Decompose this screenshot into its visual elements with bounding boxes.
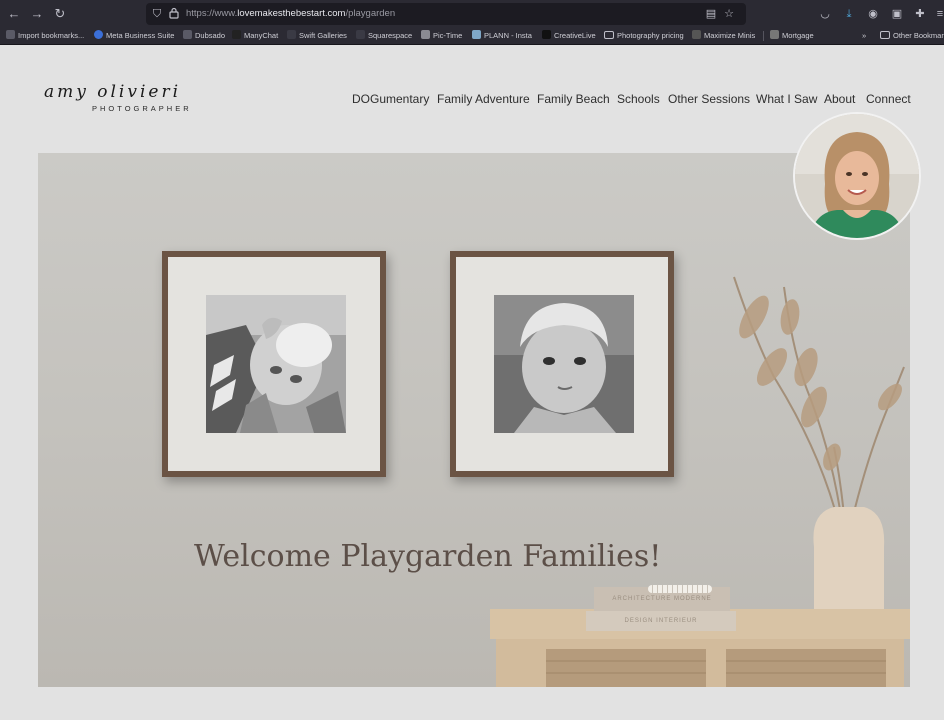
- webcam-overlay: [793, 112, 921, 240]
- nav-other-sessions[interactable]: Other Sessions: [668, 91, 750, 107]
- url-text: https://www.lovemakesthebestart.com/play…: [186, 7, 395, 21]
- logo-script: amy olivieri: [44, 82, 182, 102]
- import-icon: [6, 30, 15, 39]
- bookmark-label: Pic-Time: [433, 31, 463, 40]
- bookmark-label: Maximize Minis: [704, 31, 756, 40]
- download-icon[interactable]: ⤓: [842, 7, 856, 21]
- hero-banner: ARCHITECTURE MODERNE DESIGN INTERIEUR We…: [38, 153, 910, 687]
- browser-toolbar: ← → ↻ ⛉ https://www.lovemakesthebestart.…: [0, 0, 944, 28]
- bookmark-separator: [763, 31, 764, 41]
- bookmark-star-icon[interactable]: ☆: [722, 7, 736, 21]
- meta-icon: [94, 30, 103, 39]
- address-bar[interactable]: ⛉ https://www.lovemakesthebestart.com/pl…: [146, 3, 746, 25]
- hero-title: Welcome Playgarden Families!: [194, 539, 662, 574]
- nav-about[interactable]: About: [824, 91, 855, 107]
- nav-schools[interactable]: Schools: [617, 91, 660, 107]
- back-arrow-icon[interactable]: ←: [6, 6, 22, 22]
- bookmark-label: Dubsado: [195, 31, 226, 40]
- bookmark-item[interactable]: CreativeLive: [542, 30, 596, 42]
- bookmark-item[interactable]: ManyChat: [232, 30, 278, 42]
- bookmarks-bar: Import bookmarks... Meta Business Suite …: [0, 28, 944, 45]
- squarespace-icon: [356, 30, 365, 39]
- bookmark-label: PLANN - Insta: [484, 31, 532, 40]
- forward-arrow-icon[interactable]: →: [29, 6, 45, 22]
- mortgage-icon: [770, 30, 779, 39]
- bookmark-item[interactable]: Squarespace: [356, 30, 412, 42]
- frame-mat: [456, 257, 668, 471]
- bookmark-label: ManyChat: [244, 31, 279, 40]
- creativelive-icon: [542, 30, 551, 39]
- bookmark-item[interactable]: Photography pricing: [604, 30, 684, 42]
- plann-icon: [472, 30, 481, 39]
- bookmark-item[interactable]: Swift Galleries: [287, 30, 347, 42]
- book-bottom: DESIGN INTERIEUR: [586, 611, 736, 631]
- url-host: lovemakesthebestart.com: [237, 8, 346, 19]
- bookmark-label: Mortgage: [782, 31, 814, 40]
- reload-icon[interactable]: ↻: [52, 6, 68, 22]
- nav-connect[interactable]: Connect: [866, 91, 911, 107]
- nav-what-i-saw[interactable]: What I Saw: [756, 91, 817, 107]
- menu-icon[interactable]: ≡: [933, 7, 944, 21]
- bookmark-label: CreativeLive: [554, 31, 596, 40]
- folder-icon: [880, 31, 890, 39]
- dubsado-icon: [183, 30, 192, 39]
- child-photo-right: [494, 295, 634, 433]
- pocket-icon[interactable]: ◡: [818, 7, 832, 21]
- bookmark-label: Meta Business Suite: [106, 31, 175, 40]
- books-stack: ARCHITECTURE MODERNE DESIGN INTERIEUR: [586, 587, 736, 633]
- other-bookmarks[interactable]: Other Bookmarks: [880, 30, 944, 42]
- bookmark-label: Squarespace: [368, 31, 413, 40]
- frame-mat: [168, 257, 380, 471]
- lock-icon[interactable]: [167, 7, 181, 21]
- maximize-icon: [692, 30, 701, 39]
- nav-dogumentary[interactable]: DOGumentary: [352, 91, 429, 107]
- bookmark-item[interactable]: Pic-Time: [421, 30, 462, 42]
- manychat-icon: [232, 30, 241, 39]
- photo-frame-right: [450, 251, 674, 477]
- nav-family-beach[interactable]: Family Beach: [537, 91, 610, 107]
- url-path: /playgarden: [345, 8, 396, 19]
- bookmark-item[interactable]: Maximize Minis: [692, 30, 755, 42]
- pampas-vase-decor: [714, 257, 910, 637]
- bookmark-label: Import bookmarks...: [18, 31, 85, 40]
- bookmark-label: Photography pricing: [617, 31, 684, 40]
- pictime-icon: [421, 30, 430, 39]
- url-prefix: https://www.: [186, 8, 238, 19]
- swift-icon: [287, 30, 296, 39]
- bead-necklace: [648, 585, 712, 593]
- bookmark-label: Swift Galleries: [299, 31, 347, 40]
- puzzle-icon[interactable]: ✚: [913, 7, 927, 21]
- bookmarks-overflow-button[interactable]: »: [862, 30, 866, 42]
- bookmark-item[interactable]: Import bookmarks...: [6, 30, 84, 42]
- extension-icon[interactable]: ▣: [890, 7, 904, 21]
- bookmark-item[interactable]: Meta Business Suite: [94, 30, 174, 42]
- logo-subtitle: PHOTOGRAPHER: [92, 104, 192, 113]
- shield-icon[interactable]: ⛉: [150, 7, 164, 21]
- folder-icon: [604, 31, 614, 39]
- site-logo[interactable]: amy olivieri PHOTOGRAPHER: [44, 82, 239, 118]
- bookmark-item[interactable]: Mortgage: [770, 30, 814, 42]
- reader-view-icon[interactable]: ▤: [704, 7, 718, 21]
- photo-frame-left: [162, 251, 386, 477]
- account-icon[interactable]: ◉: [866, 7, 880, 21]
- child-photo-left: [206, 295, 346, 433]
- nav-family-adventure[interactable]: Family Adventure: [437, 91, 530, 107]
- bookmark-label: Other Bookmarks: [893, 31, 944, 40]
- bookmark-item[interactable]: Dubsado: [183, 30, 225, 42]
- bookmark-item[interactable]: PLANN - Insta: [472, 30, 532, 42]
